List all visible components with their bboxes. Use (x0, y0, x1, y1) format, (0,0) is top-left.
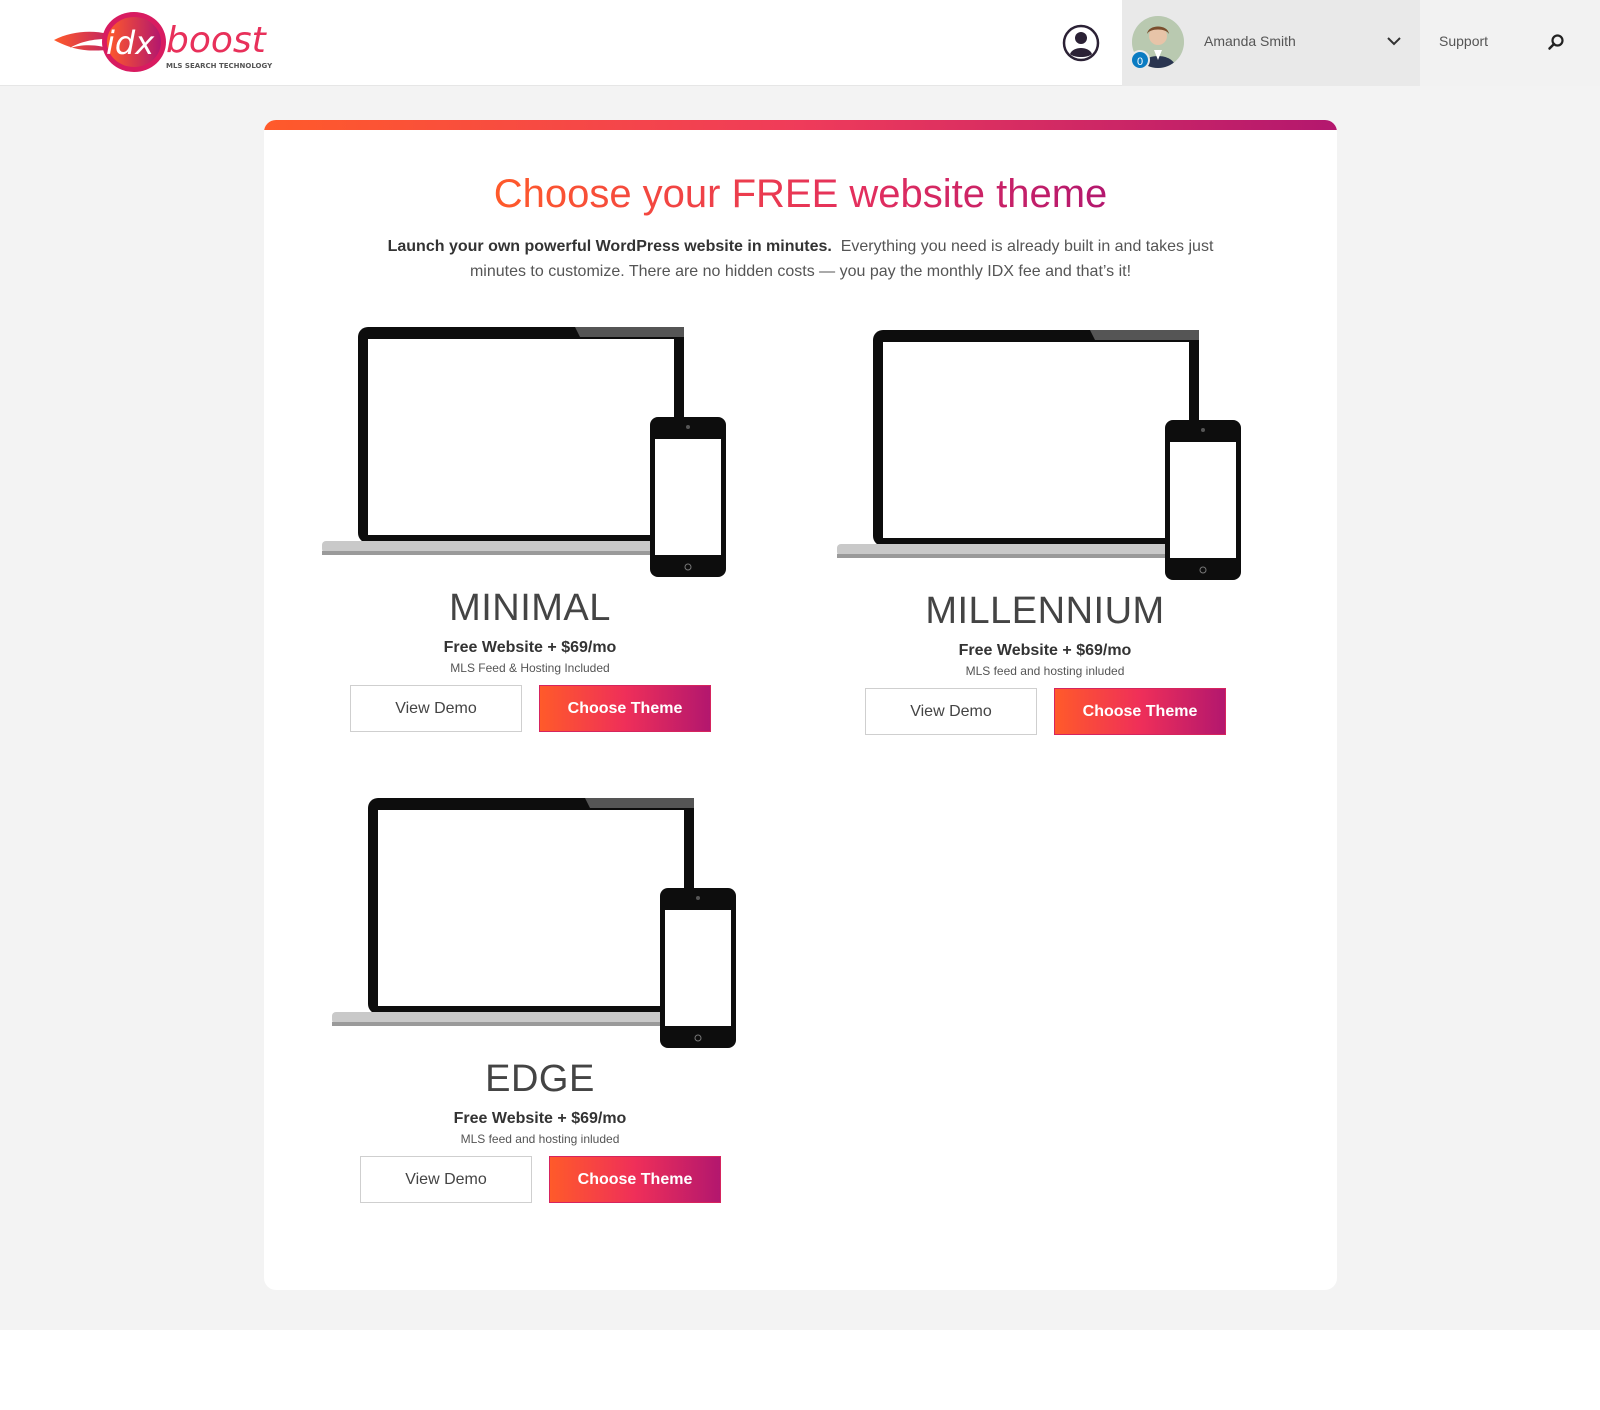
theme-name: EDGE (485, 1058, 595, 1100)
choose-theme-button[interactable]: Choose Theme (1054, 688, 1226, 735)
device-preview-image (320, 325, 740, 585)
theme-note: MLS Feed & Hosting Included (450, 661, 610, 675)
view-demo-button[interactable]: View Demo (350, 685, 522, 732)
chevron-down-icon[interactable] (1386, 33, 1402, 49)
search-icon[interactable] (1547, 33, 1565, 51)
theme-card-edge: EDGE Free Website + $69/mo MLS feed and … (330, 796, 750, 1216)
view-demo-button[interactable]: View Demo (360, 1156, 532, 1203)
device-preview-image (835, 328, 1255, 588)
intro-bold: Launch your own powerful WordPress websi… (387, 238, 832, 255)
account-icon[interactable] (1062, 24, 1100, 62)
idxboost-logo[interactable]: idx boost MLS SEARCH TECHNOLOGY (52, 10, 292, 74)
theme-name: MILLENNIUM (925, 590, 1165, 632)
svg-text:idx: idx (106, 24, 155, 62)
top-header: idx boost MLS SEARCH TECHNOLOGY 0 Amanda… (0, 0, 1600, 86)
theme-name: MINIMAL (449, 587, 611, 629)
user-name: Amanda Smith (1204, 33, 1296, 49)
theme-price: Free Website + $69/mo (453, 1110, 627, 1127)
theme-price: Free Website + $69/mo (443, 639, 617, 656)
user-menu[interactable]: 0 Amanda Smith (1122, 0, 1420, 86)
support-panel: Support (1420, 0, 1600, 86)
page-intro: Launch your own powerful WordPress websi… (364, 234, 1237, 284)
notification-badge: 0 (1130, 50, 1150, 70)
logo-icon: idx boost MLS SEARCH TECHNOLOGY (54, 12, 273, 72)
theme-selection-card: Choose your FREE website theme Launch yo… (264, 120, 1337, 1290)
device-preview-image (330, 796, 750, 1056)
page-title: Choose your FREE website theme (493, 172, 1108, 216)
choose-theme-button[interactable]: Choose Theme (539, 685, 711, 732)
theme-price: Free Website + $69/mo (958, 642, 1132, 659)
theme-card-minimal: MINIMAL Free Website + $69/mo MLS Feed &… (320, 325, 740, 745)
theme-note: MLS feed and hosting inluded (460, 1132, 620, 1146)
svg-text:MLS SEARCH TECHNOLOGY: MLS SEARCH TECHNOLOGY (166, 62, 273, 70)
page-footer-space (0, 1330, 1600, 1410)
svg-text:boost: boost (166, 20, 268, 61)
support-link[interactable]: Support (1439, 33, 1488, 49)
theme-note: MLS feed and hosting inluded (965, 664, 1125, 678)
view-demo-button[interactable]: View Demo (865, 688, 1037, 735)
choose-theme-button[interactable]: Choose Theme (549, 1156, 721, 1203)
theme-card-millennium: MILLENNIUM Free Website + $69/mo MLS fee… (835, 328, 1255, 748)
card-accent-bar (264, 120, 1337, 130)
